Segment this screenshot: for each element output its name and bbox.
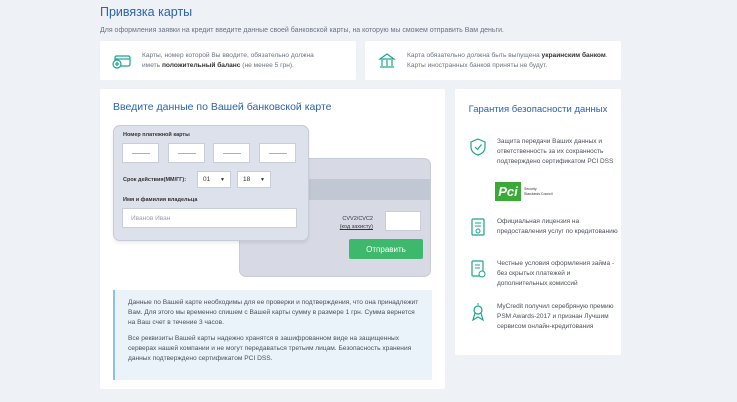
page-title: Привязка карты xyxy=(100,5,193,19)
pci-dss-logo: Pci Security Standards Council xyxy=(495,182,553,201)
card-plus-icon xyxy=(112,54,131,69)
guarantee-item-pci: Защита передачи Ваших данных и ответстве… xyxy=(469,137,619,167)
guarantee-panel: Гарантия безопасности данных Защита пере… xyxy=(455,89,621,355)
guarantee-item-conditions: Честные условия оформления займа - без с… xyxy=(469,259,619,289)
info-note: Данные по Вашей карте необходимы для ее … xyxy=(113,290,432,380)
document-license-icon xyxy=(471,218,485,236)
note-paragraph-2: Все реквизиты Вашей карты надежно хранят… xyxy=(128,335,412,362)
award-icon xyxy=(472,303,484,322)
holder-label: Имя и фамилия владельца xyxy=(123,197,198,203)
holder-name-input[interactable]: Иванов Иван xyxy=(122,208,297,228)
card-number-label: Номер платежной карты xyxy=(123,132,190,138)
info-text-balance: Карты, номер которой Вы вводите, обязате… xyxy=(142,51,314,69)
card-front: Номер платежной карты Срок действия(ММ/Г… xyxy=(113,125,309,241)
info-card-bank: Карта обязательно должна быть выпущена у… xyxy=(365,41,621,80)
card-number-field-1[interactable] xyxy=(122,143,159,163)
shield-check-icon xyxy=(470,138,486,156)
guarantee-text-license: Официальная лицензия на предоставления у… xyxy=(497,218,618,235)
expiry-year-select[interactable]: 18 ▼ xyxy=(237,171,271,188)
info-text-bank: Карта обязательно должна быть выпущена у… xyxy=(407,51,608,69)
guarantee-item-license: Официальная лицензия на предоставления у… xyxy=(469,217,619,237)
chevron-down-icon: ▼ xyxy=(260,176,265,183)
cvv-label: CVV2/CVC2 (код захисту) xyxy=(339,216,373,230)
card-form-panel: Введите данные по Вашей банковской карте… xyxy=(100,89,445,389)
guarantee-text-pci: Защита передачи Ваших данных и ответстве… xyxy=(497,138,614,165)
guarantee-item-award: MyCredit получил серебряную премию PSM A… xyxy=(469,302,619,332)
submit-button[interactable]: Отправить xyxy=(349,239,423,259)
bank-icon xyxy=(378,52,396,68)
note-paragraph-1: Данные по Вашей карте необходимы для ее … xyxy=(128,299,419,326)
guarantee-text-conditions: Честные условия оформления займа - без с… xyxy=(497,260,615,287)
guarantee-text-award: MyCredit получил серебряную премию PSM A… xyxy=(497,303,614,330)
info-card-balance: Карты, номер которой Вы вводите, обязате… xyxy=(100,41,356,80)
form-title: Введите данные по Вашей банковской карте xyxy=(113,101,332,113)
page-subtitle: Для оформления заявки на кредит введите … xyxy=(100,27,504,34)
card-number-field-4[interactable] xyxy=(259,143,296,163)
card-number-field-3[interactable] xyxy=(213,143,250,163)
cvv-input[interactable] xyxy=(385,211,421,231)
card-number-field-2[interactable] xyxy=(168,143,205,163)
guarantee-title: Гарантия безопасности данных xyxy=(468,104,608,115)
expiry-label: Срок действия(ММ/ГГ): xyxy=(123,177,187,183)
chevron-down-icon: ▼ xyxy=(220,176,225,183)
expiry-month-select[interactable]: 01 ▼ xyxy=(197,171,231,188)
document-check-icon xyxy=(471,260,486,278)
